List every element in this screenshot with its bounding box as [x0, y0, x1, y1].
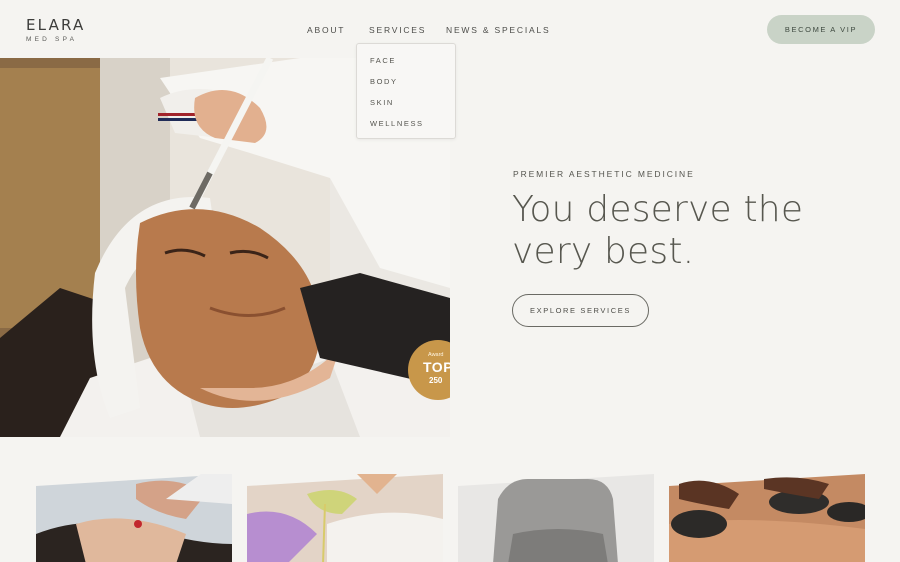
badge-number: 250 [429, 376, 443, 385]
brand-name: ELARA [26, 16, 86, 34]
services-dropdown: FACE BODY SKIN WELLNESS [356, 43, 456, 139]
headline-line-2: very best. [512, 231, 695, 272]
menu-item-skin[interactable]: SKIN [370, 98, 394, 107]
menu-item-face[interactable]: FACE [370, 56, 396, 65]
service-thumbnail-skin[interactable] [458, 474, 654, 562]
badge-award-label: Award [428, 352, 444, 358]
hero-eyebrow: PREMIER AESTHETIC MEDICINE [513, 169, 695, 179]
brand-tagline: MED SPA [26, 36, 78, 43]
brand-logo[interactable]: ELARA MED SPA [26, 16, 86, 43]
award-badge: Award TOP 250 [408, 340, 454, 400]
nav-about[interactable]: ABOUT [307, 25, 345, 35]
nav-news-specials[interactable]: NEWS & SPECIALS [446, 25, 550, 35]
headline-line-1: You deserve the [512, 189, 804, 230]
menu-item-wellness[interactable]: WELLNESS [370, 119, 424, 128]
badge-top-label: TOP [423, 359, 454, 375]
nav-services[interactable]: SERVICES [369, 25, 426, 35]
menu-item-body[interactable]: BODY [370, 77, 398, 86]
explore-services-button[interactable]: EXPLORE SERVICES [512, 294, 649, 327]
service-thumbnail-wellness[interactable] [669, 474, 865, 562]
service-thumbnail-body[interactable] [247, 474, 443, 562]
become-vip-button[interactable]: BECOME A VIP [767, 15, 875, 44]
service-thumbnail-face[interactable] [36, 474, 232, 562]
hero-headline: You deserve the very best. [512, 189, 872, 273]
